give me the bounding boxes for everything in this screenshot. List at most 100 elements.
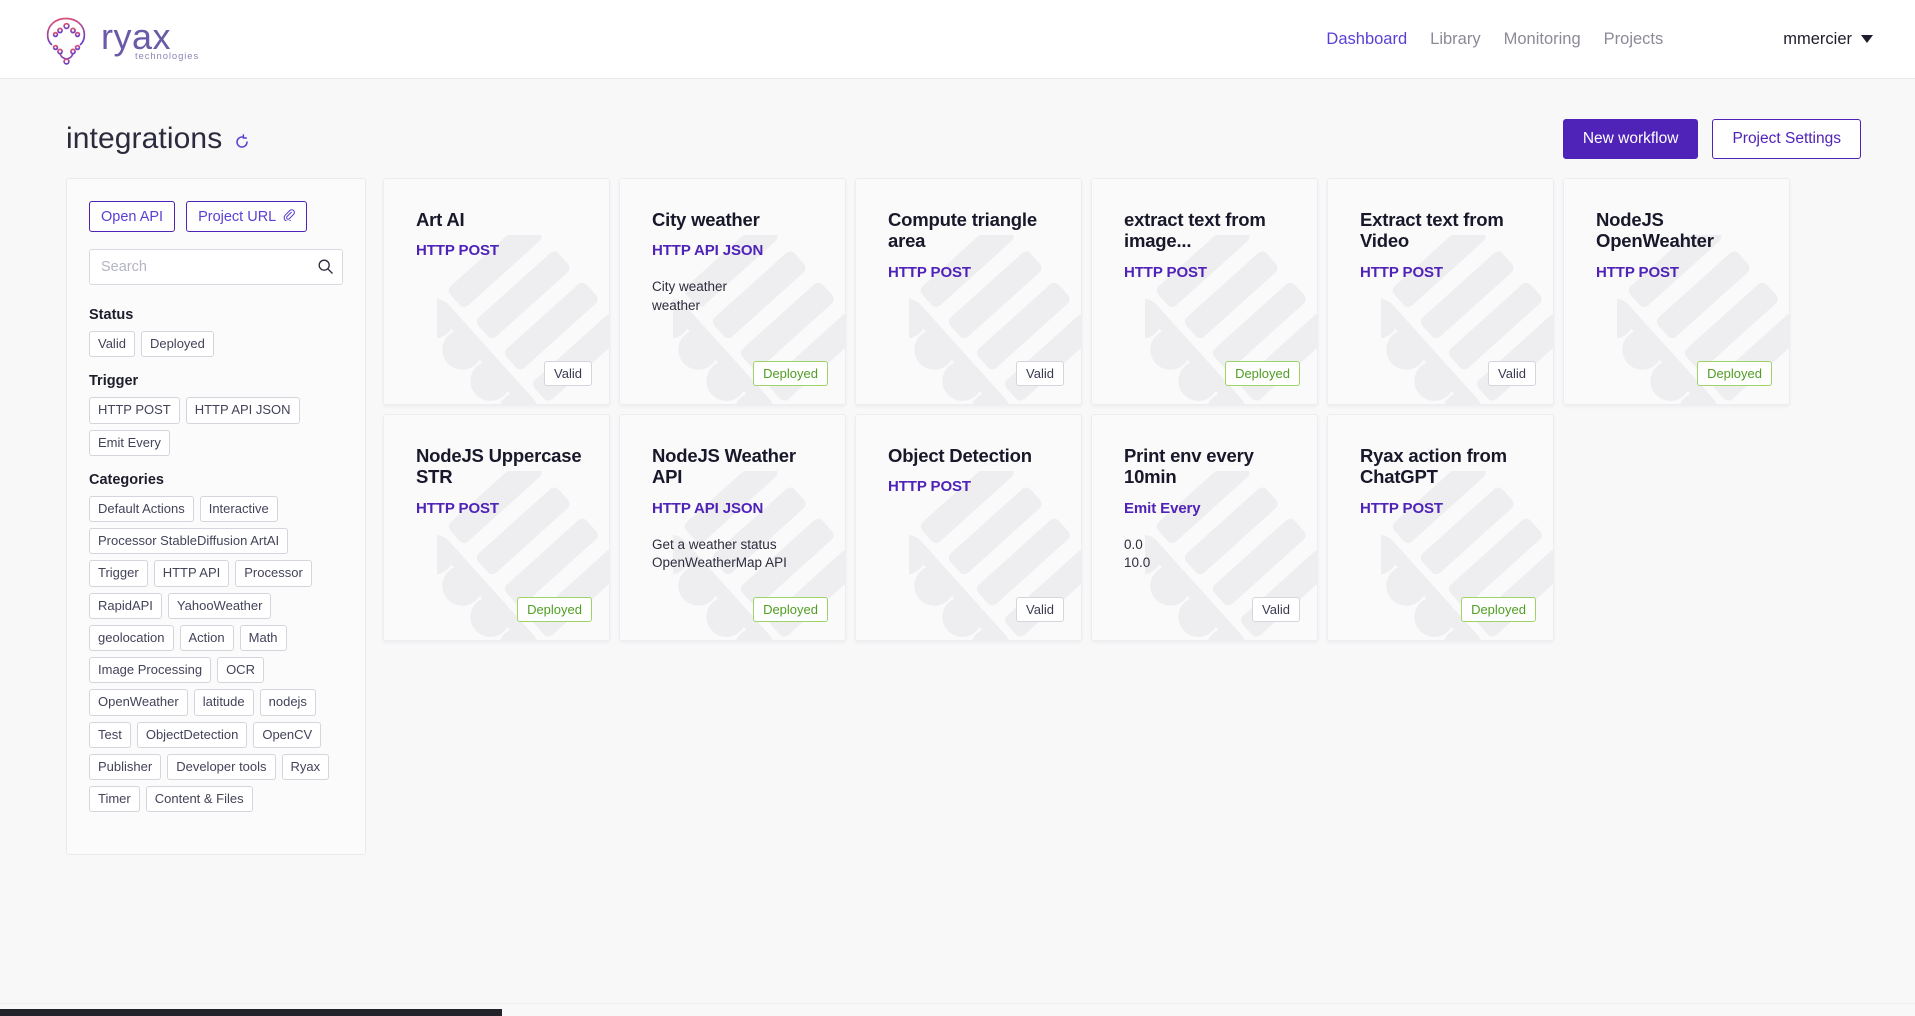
category-chip[interactable]: Image Processing (89, 657, 212, 684)
nav-item-library[interactable]: Library (1430, 30, 1480, 49)
workflow-card-grid: Art AI HTTP POST Valid City weather HTTP AP… (383, 178, 1883, 641)
horizontal-scrollbar-thumb[interactable] (0, 1009, 502, 1016)
workflow-card-title: Extract text from Video (1360, 209, 1504, 252)
category-chip[interactable]: Ryax (281, 753, 330, 780)
new-workflow-button[interactable]: New workflow (1562, 119, 1699, 159)
workflow-card-body: Ryax action from ChatGPT HTTP POST (1328, 415, 1553, 517)
filter-group-trigger: Trigger HTTP POST HTTP API JSON Emit Eve… (89, 373, 343, 456)
workflow-card-trigger: HTTP POST (1360, 263, 1443, 281)
category-chip[interactable]: ObjectDetection (136, 721, 248, 748)
brand-logo[interactable]: ryax technologies (40, 11, 199, 67)
workflow-card-trigger: HTTP POST (1360, 499, 1443, 517)
chevron-down-icon (1861, 35, 1873, 43)
workflow-card[interactable]: extract text from image... HTTP POST Deplo… (1091, 178, 1318, 405)
category-chip[interactable]: Timer (89, 786, 140, 813)
workflow-card[interactable]: Ryax action from ChatGPT HTTP POST Deploye… (1327, 414, 1554, 641)
category-chip[interactable]: nodejs (259, 689, 316, 716)
status-chip-valid[interactable]: Valid (89, 331, 135, 358)
trigger-chip-emit-every[interactable]: Emit Every (89, 429, 170, 456)
workflow-card-title: Art AI (416, 209, 465, 230)
workflow-status-badge: Valid (544, 361, 592, 386)
filter-sidebar: Open API Project URL Status Valid Deploy… (66, 178, 366, 856)
filter-group-categories: Categories Default Actions Interactive Pro… (89, 472, 343, 813)
workflow-card-title: Ryax action from ChatGPT (1360, 445, 1507, 488)
workflow-card-title: extract text from image... (1124, 209, 1266, 252)
category-chip[interactable]: HTTP API (153, 560, 230, 587)
workflow-card[interactable]: NodeJS OpenWeahter HTTP POST Deployed (1563, 178, 1790, 405)
category-chip[interactable]: Processor (235, 560, 312, 587)
category-chip[interactable]: OpenCV (253, 721, 322, 748)
workflow-card[interactable]: Print env every 10min Emit Every 0.0 10.0 V… (1091, 414, 1318, 641)
workflow-status-badge: Valid (1252, 597, 1300, 622)
category-chip[interactable]: YahooWeather (167, 592, 272, 619)
category-chip[interactable]: geolocation (89, 624, 174, 651)
category-chip[interactable]: Math (239, 624, 287, 651)
filter-group-status: Status Valid Deployed (89, 307, 343, 358)
nav-item-monitoring[interactable]: Monitoring (1504, 30, 1581, 49)
search-input[interactable] (89, 249, 343, 285)
user-menu[interactable]: mmercier (1783, 30, 1873, 49)
workflow-card-trigger: HTTP POST (416, 499, 499, 517)
sidebar-top-buttons: Open API Project URL (89, 201, 343, 232)
workflow-card[interactable]: City weather HTTP API JSON City weather we… (619, 178, 846, 405)
project-settings-button[interactable]: Project Settings (1712, 119, 1861, 159)
workflow-card-trigger: HTTP POST (1124, 263, 1207, 281)
paperclip-icon (282, 208, 296, 225)
category-chip[interactable]: OpenWeather (89, 689, 188, 716)
open-api-label: Open API (101, 208, 164, 225)
category-chip[interactable]: Interactive (199, 495, 278, 522)
nav-item-dashboard[interactable]: Dashboard (1326, 30, 1407, 49)
refresh-spinner-icon[interactable] (222, 128, 250, 150)
workflow-card-trigger: HTTP POST (888, 263, 971, 281)
workflow-card-title: Compute triangle area (888, 209, 1037, 252)
category-chip[interactable]: Action (179, 624, 234, 651)
workflow-card[interactable]: Extract text from Video HTTP POST Valid (1327, 178, 1554, 405)
workflow-card[interactable]: NodeJS Weather API HTTP API JSON Get a wea… (619, 414, 846, 641)
workflow-status-badge: Deployed (1697, 361, 1772, 386)
category-chip[interactable]: Publisher (89, 753, 162, 780)
workflow-card[interactable]: NodeJS Uppercase STR HTTP POST Deployed (383, 414, 610, 641)
category-chip[interactable]: latitude (193, 689, 254, 716)
workflow-card[interactable]: Compute triangle area HTTP POST Valid (855, 178, 1082, 405)
workflow-status-badge: Deployed (517, 597, 592, 622)
workflow-card-title: NodeJS Uppercase STR (416, 445, 582, 488)
filter-heading-categories: Categories (89, 471, 164, 488)
nav-item-projects[interactable]: Projects (1604, 30, 1664, 49)
app-header: ryax technologies Dashboard Library Moni… (0, 0, 1915, 79)
horizontal-scrollbar[interactable] (0, 1003, 1915, 1016)
category-chip[interactable]: Default Actions (89, 495, 194, 522)
workflow-card-body: NodeJS Uppercase STR HTTP POST (384, 415, 609, 517)
workflow-status-badge: Valid (1016, 361, 1064, 386)
category-chip[interactable]: Content & Files (145, 786, 253, 813)
category-chip[interactable]: Trigger (89, 560, 148, 587)
category-chip[interactable]: RapidAPI (89, 592, 162, 619)
workflow-card-body: Print env every 10min Emit Every 0.0 10.0 (1092, 415, 1317, 572)
status-chip-deployed[interactable]: Deployed (140, 331, 214, 358)
open-api-button[interactable]: Open API (89, 201, 176, 232)
project-url-button[interactable]: Project URL (186, 201, 308, 232)
workflow-status-badge: Valid (1016, 597, 1064, 622)
status-chip-list: Valid Deployed (89, 331, 343, 358)
workflow-card-trigger: HTTP POST (416, 242, 499, 260)
page-actions: New workflow Project Settings (1562, 119, 1861, 159)
filter-heading-status: Status (89, 307, 134, 323)
trigger-chip-http-api-json[interactable]: HTTP API JSON (185, 397, 300, 424)
category-chip[interactable]: Test (89, 721, 131, 748)
workflow-card-body: extract text from image... HTTP POST (1092, 179, 1317, 281)
category-chip[interactable]: Developer tools (167, 753, 276, 780)
workflow-card-description: Get a weather status OpenWeatherMap API (652, 536, 787, 570)
workflow-card-body: NodeJS OpenWeahter HTTP POST (1564, 179, 1789, 281)
workflow-card-title: City weather (652, 209, 760, 230)
workflow-card-trigger: HTTP API JSON (652, 499, 764, 517)
user-name: mmercier (1783, 29, 1852, 48)
workflow-card[interactable]: Object Detection HTTP POST Valid (855, 414, 1082, 641)
category-chip[interactable]: OCR (217, 657, 264, 684)
workflow-card[interactable]: Art AI HTTP POST Valid (383, 178, 610, 405)
workflow-status-badge: Deployed (1225, 361, 1300, 386)
workflow-card-description: 0.0 10.0 (1124, 536, 1151, 570)
workflow-card-body: Object Detection HTTP POST (856, 415, 1081, 495)
category-chip[interactable]: Processor StableDiffusion ArtAI (89, 528, 289, 555)
workflow-status-badge: Deployed (753, 597, 828, 622)
trigger-chip-http-post[interactable]: HTTP POST (89, 397, 180, 424)
workflow-card-trigger: HTTP POST (1596, 263, 1679, 281)
